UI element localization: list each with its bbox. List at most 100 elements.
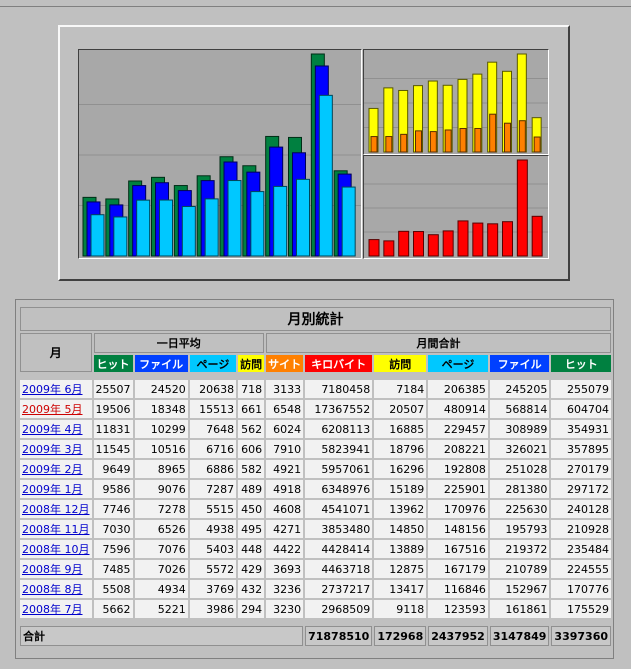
month-link[interactable]: 2009年 1月 (22, 483, 83, 496)
hits-files-pages-chart (78, 49, 362, 259)
month-header: 月 (20, 333, 92, 372)
daily-value-cell: 7076 (134, 540, 188, 558)
month-link[interactable]: 2008年 9月 (22, 563, 83, 576)
month-link[interactable]: 2009年 5月 (22, 403, 83, 416)
kilobytes-bar (502, 221, 513, 257)
daily-value-cell: 5515 (189, 500, 237, 518)
visits-sites-chart (363, 49, 549, 155)
month-link[interactable]: 2008年 10月 (22, 543, 90, 556)
monthly-value-cell: 210789 (489, 560, 550, 578)
month-cell: 2009年 2月 (20, 460, 92, 478)
month-link[interactable]: 2009年 3月 (22, 443, 83, 456)
total-value-cell: 172968 (374, 626, 427, 646)
monthly-value-cell: 7184 (374, 380, 427, 398)
monthly-col-header: ページ (428, 355, 488, 372)
monthly-value-cell: 16296 (374, 460, 427, 478)
table-title: 月別統計 (20, 307, 611, 331)
month-cell: 2008年 8月 (20, 580, 92, 598)
month-link[interactable]: 2008年 11月 (22, 523, 90, 536)
monthly-value-cell: 245205 (489, 380, 550, 398)
daily-value-cell: 606 (238, 440, 265, 458)
kilobytes-bar (383, 240, 395, 257)
table-row: 2008年 12月 7746 7278 5515 450 4608 4541071 13962… (20, 500, 611, 518)
total-label: 合計 (20, 626, 304, 646)
month-link[interactable]: 2008年 7月 (22, 603, 83, 616)
hits-files-pages-bar (273, 185, 288, 257)
monthly-value-cell: 6348976 (305, 480, 373, 498)
daily-col-header: ファイル (134, 355, 188, 372)
monthly-value-cell: 20507 (374, 400, 427, 418)
daily-value-cell: 9586 (93, 480, 133, 498)
daily-value-cell: 294 (238, 600, 265, 618)
month-link[interactable]: 2008年 8月 (22, 583, 83, 596)
daily-value-cell: 25507 (93, 380, 133, 398)
monthly-value-cell: 175529 (551, 600, 611, 618)
monthly-value-cell: 167179 (428, 560, 488, 578)
monthly-col-header: ヒット (551, 355, 611, 372)
daily-value-cell: 11831 (93, 420, 133, 438)
monthly-value-cell: 14850 (374, 520, 427, 538)
monthly-value-cell: 219372 (489, 540, 550, 558)
monthly-value-cell: 604704 (551, 400, 611, 418)
monthly-col-header: ファイル (489, 355, 550, 372)
month-link[interactable]: 2009年 2月 (22, 463, 83, 476)
month-cell: 2009年 4月 (20, 420, 92, 438)
monthly-value-cell: 7180458 (305, 380, 373, 398)
monthly-value-cell: 152967 (489, 580, 550, 598)
month-cell: 2008年 9月 (20, 560, 92, 578)
daily-value-cell: 11545 (93, 440, 133, 458)
total-row: 合計 71878510 172968 2437952 3147849 3397360 (20, 626, 611, 646)
monthly-value-cell: 4428414 (305, 540, 373, 558)
monthly-value-cell: 208221 (428, 440, 488, 458)
total-value-cell: 3397360 (551, 626, 611, 646)
daily-value-cell: 562 (238, 420, 265, 438)
month-link[interactable]: 2009年 6月 (22, 383, 83, 396)
daily-value-cell: 7746 (93, 500, 133, 518)
month-cell: 2008年 12月 (20, 500, 92, 518)
monthly-col-header: 訪問 (374, 355, 427, 372)
daily-value-cell: 10299 (134, 420, 188, 438)
monthly-value-cell: 123593 (428, 600, 488, 618)
daily-value-cell: 18348 (134, 400, 188, 418)
hits-files-pages-bar (136, 199, 151, 257)
daily-value-cell: 7596 (93, 540, 133, 558)
visits-sites-bar (370, 136, 378, 153)
monthly-value-cell: 15189 (374, 480, 427, 498)
daily-value-cell: 5508 (93, 580, 133, 598)
monthly-value-cell: 480914 (428, 400, 488, 418)
monthly-value-cell: 210928 (551, 520, 611, 538)
table-row: 2008年 11月 7030 6526 4938 495 4271 3853480 14850… (20, 520, 611, 538)
daily-value-cell: 6526 (134, 520, 188, 538)
hits-files-pages-bar (181, 206, 196, 257)
monthly-value-cell: 4422 (266, 540, 304, 558)
daily-value-cell: 7030 (93, 520, 133, 538)
daily-value-cell: 489 (238, 480, 265, 498)
kilobytes-bar (457, 220, 469, 257)
monthly-value-cell: 148156 (428, 520, 488, 538)
visits-sites-bar (415, 130, 422, 153)
monthly-value-cell: 167516 (428, 540, 488, 558)
daily-value-cell: 432 (238, 580, 265, 598)
month-link[interactable]: 2009年 4月 (22, 423, 83, 436)
month-cell: 2008年 10月 (20, 540, 92, 558)
monthly-value-cell: 13889 (374, 540, 427, 558)
month-cell: 2008年 7月 (20, 600, 92, 618)
daily-value-cell: 9649 (93, 460, 133, 478)
monthly-value-cell: 297172 (551, 480, 611, 498)
daily-average-header: 一日平均 (93, 333, 265, 353)
month-link[interactable]: 2008年 12月 (22, 503, 90, 516)
monthly-value-cell: 4463718 (305, 560, 373, 578)
monthly-value-cell: 116846 (428, 580, 488, 598)
daily-value-cell: 661 (238, 400, 265, 418)
kilobytes-bar (427, 234, 439, 257)
month-cell: 2009年 3月 (20, 440, 92, 458)
daily-value-cell: 5221 (134, 600, 188, 618)
month-cell: 2008年 11月 (20, 520, 92, 538)
monthly-total-header: 月間合計 (266, 333, 611, 353)
monthly-value-cell: 4271 (266, 520, 304, 538)
daily-value-cell: 5572 (189, 560, 237, 578)
top-separator (0, 6, 631, 7)
daily-value-cell: 5662 (93, 600, 133, 618)
monthly-value-cell: 3133 (266, 380, 304, 398)
monthly-value-cell: 255079 (551, 380, 611, 398)
